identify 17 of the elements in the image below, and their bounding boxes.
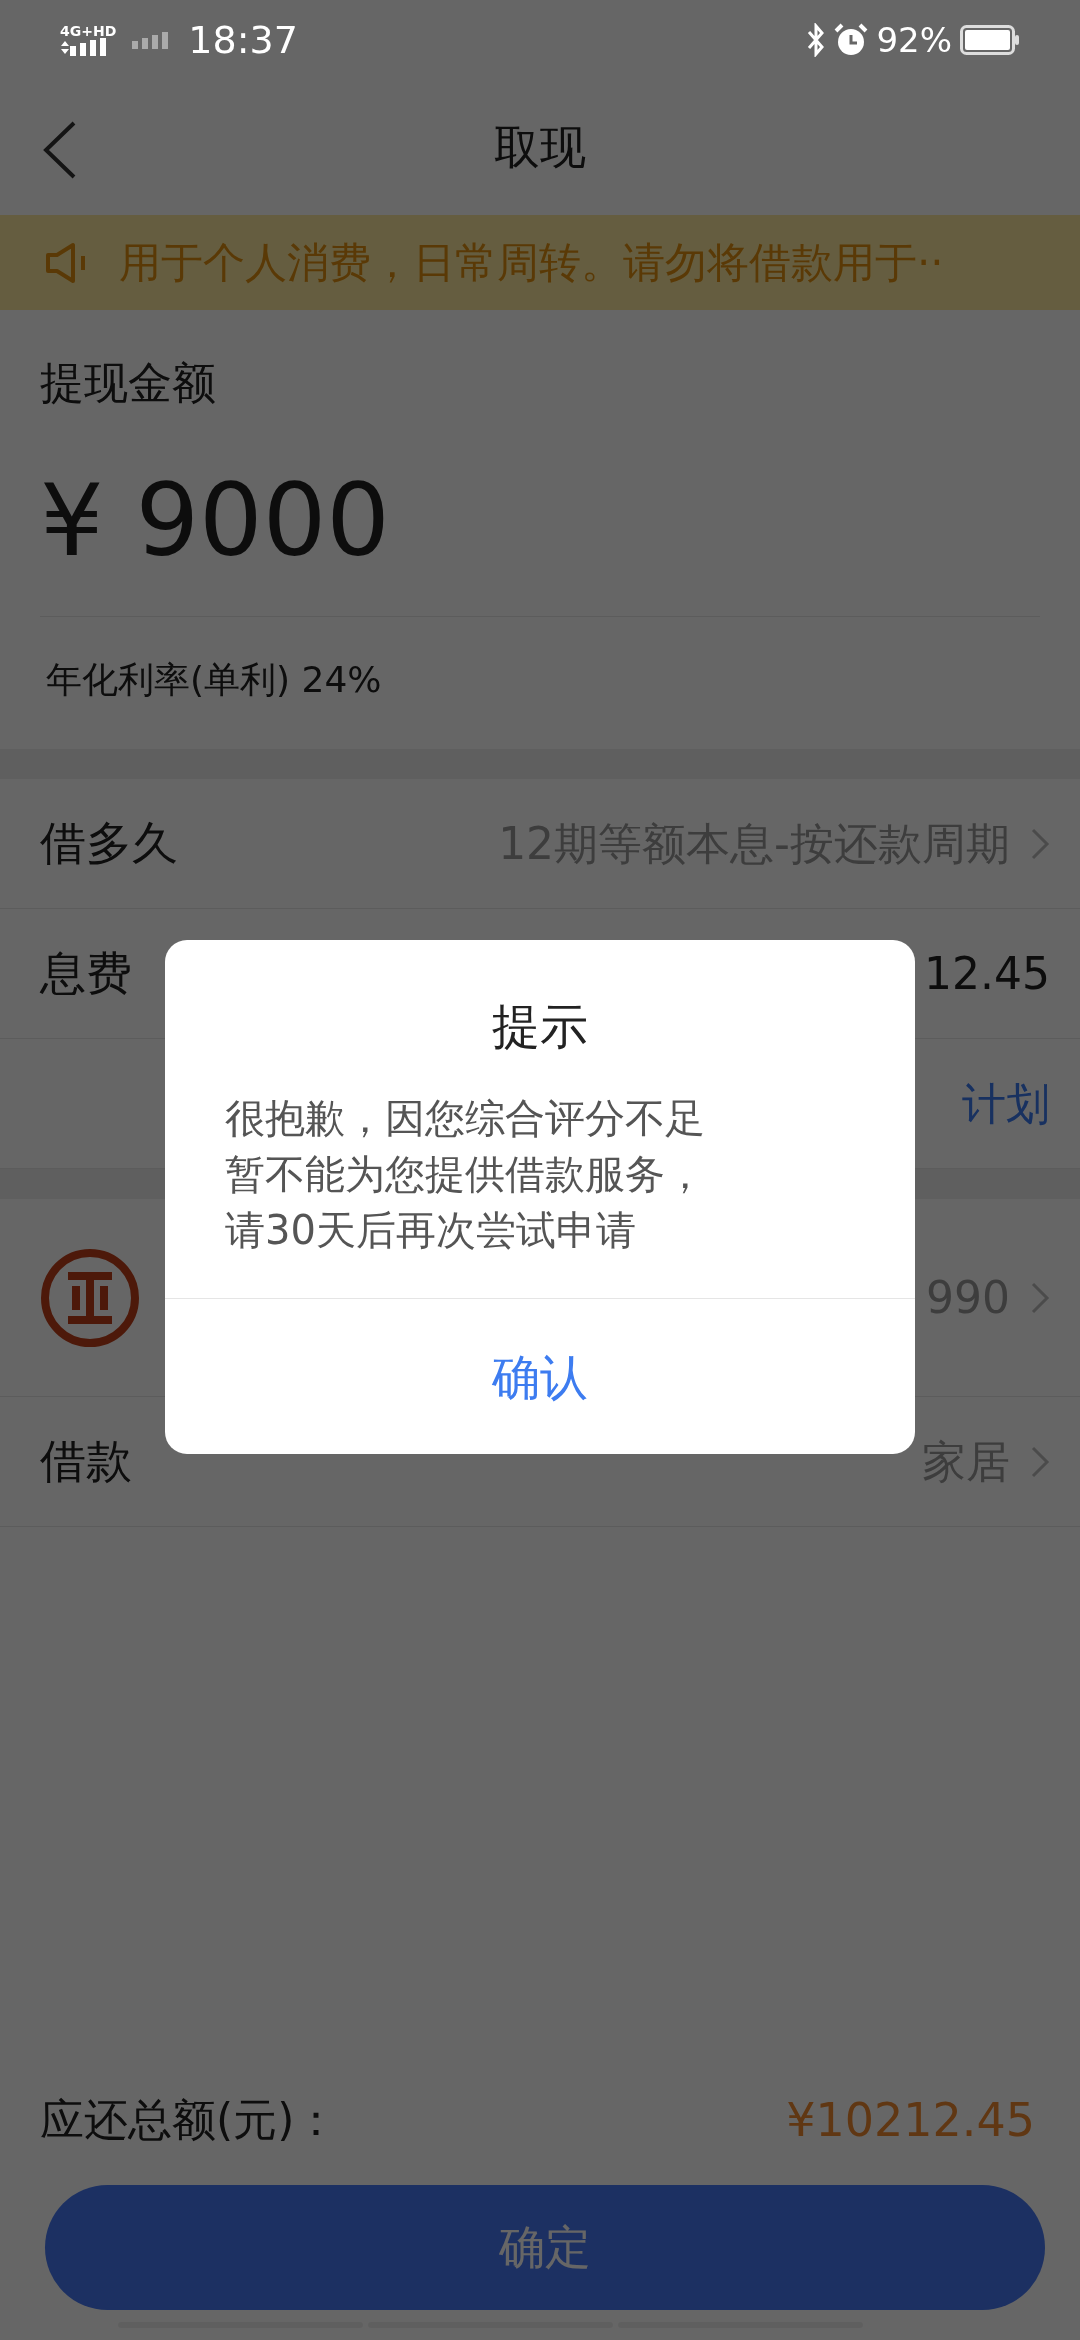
battery-percent: 92% [876, 18, 952, 62]
dialog-title: 提示 [491, 997, 589, 1056]
row-value: 12.45 [924, 946, 1050, 1001]
interest-rate: 年化利率(单利) 24% [45, 658, 383, 702]
row-label: 借款 [40, 1433, 132, 1490]
row-label: 借多久 [40, 815, 178, 872]
dialog-message: 很抱歉，因您综合评分不足 暂不能为您提供借款服务， 请30天后再次尝试申请 [224, 1094, 706, 1255]
notice-text: 用于个人消费，日常周转。请勿将借款用于·· [119, 237, 944, 289]
amount-label: 提现金额 [40, 356, 216, 410]
row-value: 计划 [962, 1076, 1050, 1131]
status-time: 18:37 [188, 16, 298, 64]
row-label: 息费 [40, 945, 132, 1002]
total-amount: ¥10212.45 [786, 2091, 1035, 2149]
page-title: 取现 [494, 119, 586, 176]
amount-value: ¥ 9000 [40, 461, 390, 581]
total-label: 应还总额(元)： [40, 2093, 339, 2147]
network-label: 4G+HD [60, 24, 117, 38]
